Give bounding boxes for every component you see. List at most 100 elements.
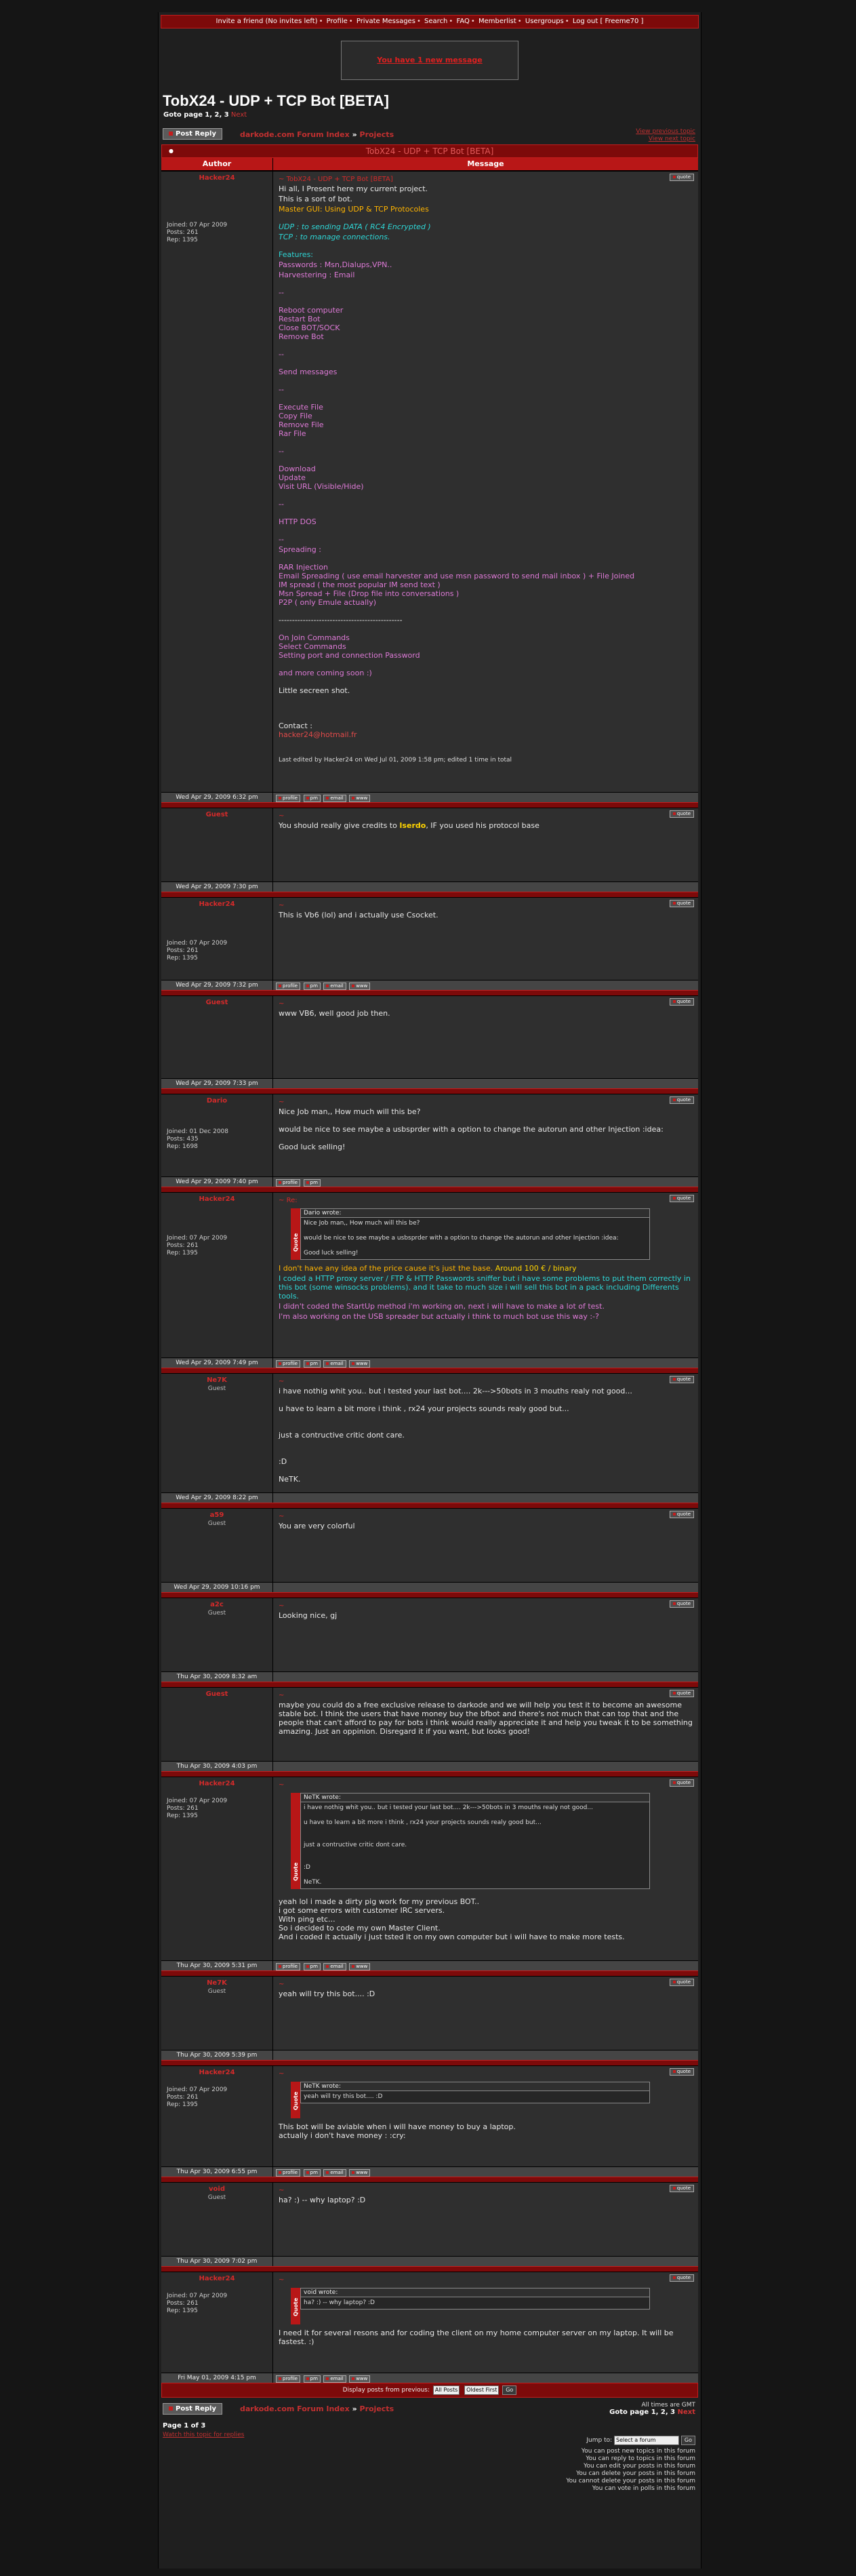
www-button[interactable]: www bbox=[349, 983, 371, 990]
pm-button[interactable]: pm bbox=[303, 795, 321, 802]
pm-button[interactable]: pm bbox=[303, 1179, 321, 1187]
post-reply-button[interactable]: Post Reply bbox=[163, 128, 222, 140]
author-stats: Joined: 07 Apr 2009 Posts: 261 Rep: 1395 bbox=[167, 222, 228, 243]
nav-logout[interactable]: Log out [ Freeme70 ] bbox=[573, 18, 644, 25]
email-button[interactable]: email bbox=[323, 2375, 346, 2383]
goto-next-link[interactable]: Next bbox=[231, 111, 247, 119]
quote-button[interactable]: quote bbox=[669, 174, 694, 181]
quote-button[interactable]: quote bbox=[669, 1096, 694, 1104]
author-name[interactable]: Guest bbox=[161, 811, 272, 818]
author-name[interactable]: Hacker24 bbox=[161, 2275, 272, 2282]
nav-memberlist[interactable]: Memberlist bbox=[478, 18, 516, 25]
post-message: ~ quote You are very colorful bbox=[273, 1509, 698, 1582]
quote-button[interactable]: quote bbox=[669, 1779, 694, 1787]
author-name[interactable]: Dario bbox=[161, 1097, 272, 1105]
nav-private-messages[interactable]: Private Messages bbox=[356, 18, 415, 25]
author-name[interactable]: Hacker24 bbox=[161, 174, 272, 182]
post-subject: ~ TobX24 - UDP + TCP Bot [BETA] bbox=[279, 176, 393, 183]
view-previous-topic[interactable]: View previous topic bbox=[636, 128, 695, 136]
email-button[interactable]: email bbox=[323, 1963, 346, 1970]
nav-faq[interactable]: FAQ bbox=[456, 18, 469, 25]
post-divider bbox=[161, 1368, 698, 1373]
breadcrumb-projects[interactable]: Projects bbox=[360, 2404, 394, 2413]
pm-button[interactable]: pm bbox=[303, 2375, 321, 2383]
author-stats: Joined: 07 Apr 2009 Posts: 261 Rep: 1395 bbox=[167, 2086, 228, 2108]
nav-search[interactable]: Search bbox=[424, 18, 447, 25]
post-date: Wed Apr 29, 2009 7:33 pm bbox=[161, 1079, 273, 1088]
quote-text: i have nothig whit you.. but i tested yo… bbox=[300, 1802, 650, 1889]
quote-button[interactable]: quote bbox=[669, 998, 694, 1006]
goto-pages[interactable]: 1, 2, 3 bbox=[205, 111, 228, 119]
view-next-topic[interactable]: View next topic bbox=[636, 136, 695, 143]
profile-button[interactable]: profile bbox=[276, 2169, 301, 2177]
author-name[interactable]: Hacker24 bbox=[161, 1780, 272, 1787]
sort-order-select[interactable]: Oldest First bbox=[464, 2385, 500, 2395]
post-footer: Thu Apr 30, 2009 8:32 am bbox=[161, 1671, 698, 1682]
post-reply-button-bottom[interactable]: Post Reply bbox=[163, 2403, 222, 2415]
nav-invite[interactable]: Invite a friend (No invites left) bbox=[216, 18, 318, 25]
posts-period-select[interactable]: All Posts bbox=[432, 2385, 460, 2395]
author-name[interactable]: Hacker24 bbox=[161, 900, 272, 908]
profile-button[interactable]: profile bbox=[276, 2375, 301, 2383]
contact-email[interactable]: hacker24@hotmail.fr bbox=[279, 730, 357, 739]
quote-button[interactable]: quote bbox=[669, 1600, 694, 1608]
watch-topic-link[interactable]: Watch this topic for replies bbox=[163, 2432, 244, 2438]
profile-button[interactable]: profile bbox=[276, 795, 301, 802]
author-name[interactable]: a59 bbox=[161, 1511, 272, 1519]
quote-button[interactable]: quote bbox=[669, 900, 694, 907]
post-author: Hacker24 Joined: 07 Apr 2009 Posts: 261 … bbox=[161, 1777, 273, 1960]
table-header: Author Message bbox=[161, 158, 698, 171]
topic-navigation: View previous topic View next topic bbox=[636, 128, 695, 143]
nav-profile[interactable]: Profile bbox=[327, 18, 348, 25]
quote-button[interactable]: quote bbox=[669, 1511, 694, 1518]
quote-button[interactable]: quote bbox=[669, 810, 694, 818]
post-icon: ~ bbox=[279, 902, 285, 909]
quote-button[interactable]: quote bbox=[669, 1690, 694, 1697]
quote-button[interactable]: quote bbox=[669, 1376, 694, 1383]
pm-button[interactable]: pm bbox=[303, 2169, 321, 2177]
quote-button[interactable]: quote bbox=[669, 2185, 694, 2192]
post-footer: Wed Apr 29, 2009 10:16 pm bbox=[161, 1582, 698, 1592]
breadcrumb-forum-index[interactable]: darkode.com Forum Index bbox=[240, 2404, 350, 2413]
pm-button[interactable]: pm bbox=[303, 1963, 321, 1970]
goto-pages-bottom[interactable]: 1, 2, 3 bbox=[651, 2409, 675, 2416]
profile-button[interactable]: profile bbox=[276, 1360, 301, 1368]
email-button[interactable]: email bbox=[323, 983, 346, 990]
breadcrumb-projects[interactable]: Projects bbox=[360, 130, 394, 139]
quote-button[interactable]: quote bbox=[669, 1195, 694, 1202]
post-divider bbox=[161, 1592, 698, 1598]
new-message-link[interactable]: You have 1 new message bbox=[377, 56, 482, 64]
profile-button[interactable]: profile bbox=[276, 1963, 301, 1970]
author-name[interactable]: Guest bbox=[161, 1690, 272, 1698]
breadcrumb-forum-index[interactable]: darkode.com Forum Index bbox=[240, 130, 350, 139]
nav-usergroups[interactable]: Usergroups bbox=[525, 18, 564, 25]
profile-button[interactable]: profile bbox=[276, 983, 301, 990]
www-button[interactable]: www bbox=[349, 1963, 371, 1970]
author-name[interactable]: Hacker24 bbox=[161, 1195, 272, 1203]
email-button[interactable]: email bbox=[323, 795, 346, 802]
quote-button[interactable]: quote bbox=[669, 2274, 694, 2282]
www-button[interactable]: www bbox=[349, 1360, 371, 1368]
profile-button[interactable]: profile bbox=[276, 1179, 301, 1187]
author-name[interactable]: Hacker24 bbox=[161, 2069, 272, 2076]
author-name[interactable]: a2c bbox=[161, 1601, 272, 1608]
author-name[interactable]: void bbox=[161, 2185, 272, 2193]
jump-go-button[interactable]: Go bbox=[680, 2436, 695, 2445]
jump-to-select[interactable]: Select a forum bbox=[614, 2436, 680, 2445]
display-go-button[interactable]: Go bbox=[502, 2385, 517, 2395]
author-name[interactable]: Ne7K bbox=[161, 1979, 272, 1987]
www-button[interactable]: www bbox=[349, 795, 371, 802]
goto-next-bottom[interactable]: Next bbox=[678, 2409, 695, 2416]
post-footer: Thu Apr 30, 2009 4:03 pm bbox=[161, 1761, 698, 1771]
quote-button[interactable]: quote bbox=[669, 1979, 694, 1986]
email-button[interactable]: email bbox=[323, 1360, 346, 1368]
author-name[interactable]: Guest bbox=[161, 999, 272, 1006]
email-button[interactable]: email bbox=[323, 2169, 346, 2177]
www-button[interactable]: www bbox=[349, 2375, 371, 2383]
pm-button[interactable]: pm bbox=[303, 1360, 321, 1368]
www-button[interactable]: www bbox=[349, 2169, 371, 2177]
pm-button[interactable]: pm bbox=[303, 983, 321, 990]
post-author: Hacker24 Joined: 07 Apr 2009 Posts: 261 … bbox=[161, 898, 273, 980]
author-name[interactable]: Ne7K bbox=[161, 1376, 272, 1384]
quote-button[interactable]: quote bbox=[669, 2068, 694, 2076]
